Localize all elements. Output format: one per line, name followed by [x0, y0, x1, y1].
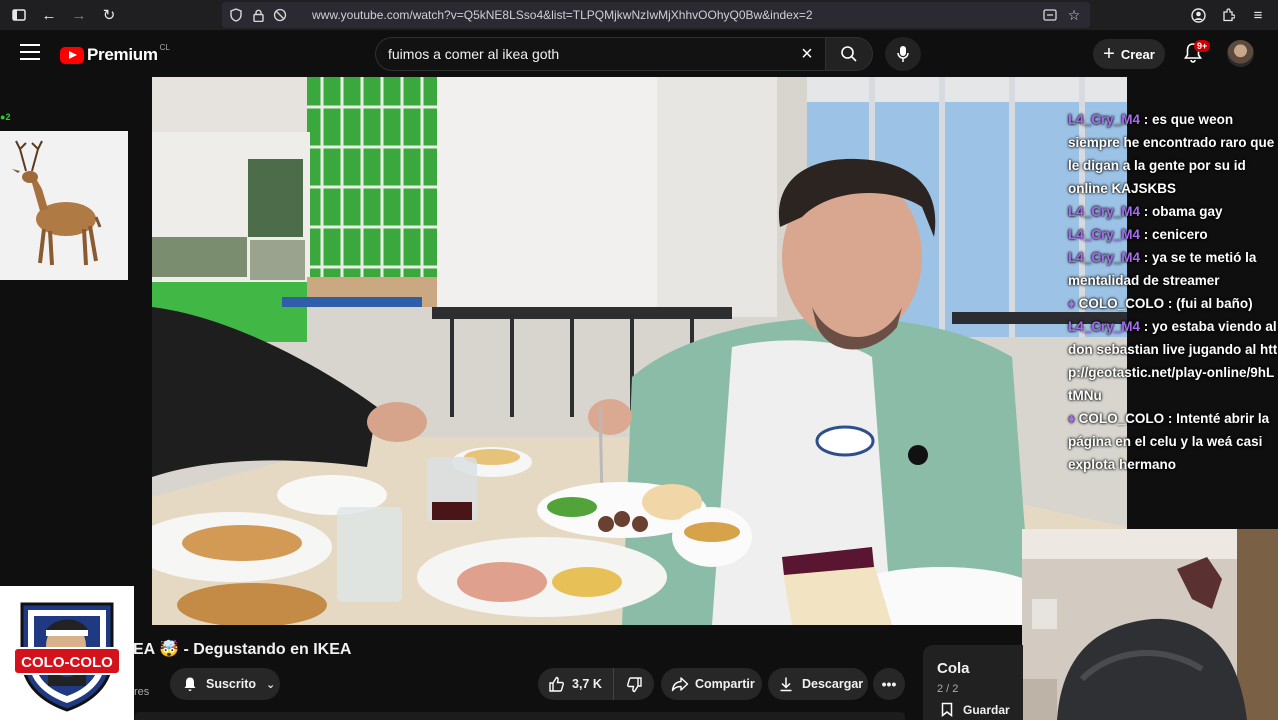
permissions-icon[interactable]	[272, 7, 288, 23]
dislike-button[interactable]	[614, 668, 654, 700]
chat-username: L4_Cry_M4	[1068, 204, 1141, 219]
chat-overlay: L4_Cry_M4 : es que weon siempre he encon…	[1068, 108, 1278, 476]
reload-icon[interactable]: ↻	[96, 2, 122, 28]
voice-search-button[interactable]	[885, 37, 921, 71]
chat-message: L4_Cry_M4 : es que weon siempre he encon…	[1068, 112, 1275, 196]
save-label: Guardar	[963, 702, 1010, 717]
chat-message: L4_Cry_M4 : obama gay	[1068, 204, 1223, 219]
save-playlist-button[interactable]: Guardar	[941, 702, 1010, 717]
youtube-header: Premium CL × + Crear 9+	[0, 30, 1278, 78]
hamburger-menu-icon[interactable]	[20, 44, 40, 60]
colo-colo-logo: COLO-COLO	[0, 586, 134, 720]
channel-subscribers: res	[134, 686, 150, 698]
notification-badge: 9+	[1194, 40, 1211, 52]
subscribe-label: Suscrito	[206, 677, 257, 691]
video-player[interactable]	[152, 77, 1127, 625]
logo-text: Premium	[87, 45, 158, 64]
chat-username: L4_Cry_M4	[1068, 112, 1141, 127]
plus-icon: +	[1103, 42, 1115, 65]
like-count: 3,7 K	[572, 677, 602, 691]
chevron-down-icon: ⌄	[266, 678, 276, 691]
share-button[interactable]: Compartir	[661, 668, 762, 700]
playlist-panel[interactable]: Cola 2 / 2 Guardar	[923, 645, 1023, 720]
webcam-overlay	[1022, 529, 1278, 720]
chat-message: ♦ COLO_COLO : (fui al baño)	[1068, 296, 1253, 311]
like-button[interactable]: 3,7 K	[538, 668, 614, 700]
chat-username: COLO_COLO	[1078, 411, 1165, 426]
clear-search-icon[interactable]: ×	[797, 44, 817, 64]
account-icon[interactable]	[1185, 2, 1211, 28]
youtube-play-icon	[60, 46, 84, 64]
forward-arrow-icon[interactable]: →	[66, 2, 92, 28]
lock-icon[interactable]	[250, 7, 266, 23]
address-bar[interactable]: www.youtube.com/watch?v=Q5kNE8LSso4&list…	[222, 2, 1090, 28]
sidebar-toggle-icon[interactable]	[6, 2, 32, 28]
reader-view-icon[interactable]	[1042, 7, 1058, 23]
shield-icon[interactable]	[228, 7, 244, 23]
deer-image	[0, 131, 128, 280]
search-button[interactable]	[825, 37, 873, 71]
video-title: EA 🤯 - Degustando en IKEA	[133, 641, 352, 658]
share-arrow-icon	[671, 677, 689, 692]
chat-username: L4_Cry_M4	[1068, 227, 1141, 242]
pin-icon: ♦	[1068, 411, 1079, 426]
chat-username: COLO_COLO	[1078, 296, 1165, 311]
country-code: CL	[159, 42, 170, 52]
playlist-title: Cola	[937, 660, 970, 677]
search-icon	[841, 46, 857, 62]
chat-message: L4_Cry_M4 : yo estaba viendo al don seba…	[1068, 319, 1278, 403]
overlay-counter: ●2	[0, 112, 11, 122]
more-actions-button[interactable]: •••	[873, 668, 905, 700]
playlist-count: 2 / 2	[937, 683, 959, 695]
user-avatar[interactable]	[1227, 40, 1254, 67]
search-box[interactable]: ×	[375, 37, 825, 71]
colo-colo-logo-text: COLO-COLO	[21, 654, 113, 671]
chat-message: ♦ COLO_COLO : Intenté abrir la página en…	[1068, 411, 1270, 472]
thumbs-down-icon	[626, 676, 642, 692]
bookmark-star-icon[interactable]: ☆	[1066, 7, 1082, 23]
search-input[interactable]	[388, 46, 788, 62]
chat-username: L4_Cry_M4	[1068, 319, 1141, 334]
pin-icon: ♦	[1068, 296, 1079, 311]
download-button[interactable]: Descargar	[768, 668, 868, 700]
thumbs-up-icon	[549, 676, 564, 692]
create-button[interactable]: + Crear	[1093, 39, 1165, 69]
menu-icon[interactable]: ≡	[1245, 2, 1271, 28]
bell-icon	[184, 677, 196, 691]
chat-message: L4_Cry_M4 : ya se te metió la mentalidad…	[1068, 250, 1257, 288]
create-label: Crear	[1120, 46, 1155, 62]
back-arrow-icon[interactable]: ←	[36, 2, 62, 28]
chat-message: L4_Cry_M4 : cenicero	[1068, 227, 1208, 242]
download-icon	[780, 677, 792, 692]
bookmark-icon	[941, 702, 953, 717]
more-dots-icon: •••	[881, 676, 897, 692]
microphone-icon	[897, 46, 909, 62]
browser-toolbar: ← → ↻ www.youtube.com/watch?v=Q5kNE8LSso…	[0, 0, 1278, 30]
youtube-logo[interactable]: Premium CL	[60, 42, 170, 65]
like-dislike-group: 3,7 K	[538, 668, 654, 700]
url-text: www.youtube.com/watch?v=Q5kNE8LSso4&list…	[312, 8, 813, 22]
extensions-icon[interactable]	[1215, 2, 1241, 28]
share-label: Compartir	[695, 677, 755, 691]
download-label: Descargar	[802, 677, 864, 691]
chat-username: L4_Cry_M4	[1068, 250, 1141, 265]
description-box-edge	[135, 712, 905, 720]
subscribe-button[interactable]: Suscrito ⌄	[170, 668, 280, 700]
